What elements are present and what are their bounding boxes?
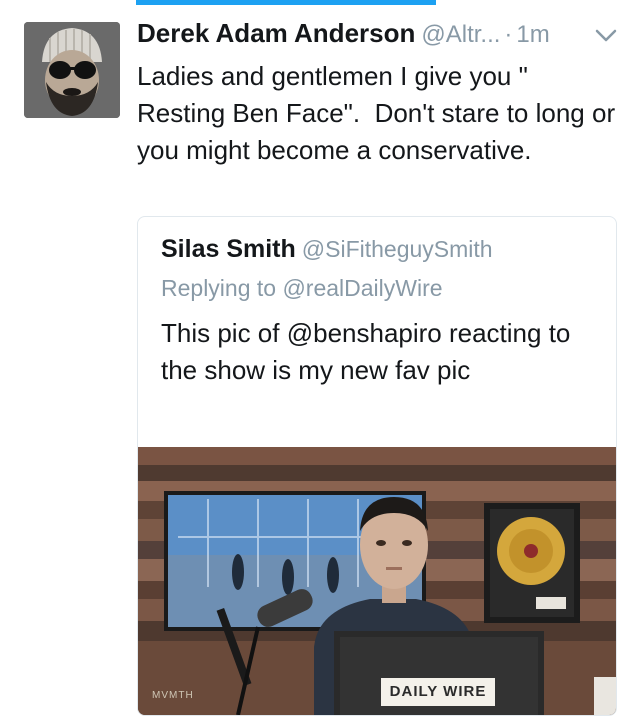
separator-dot: · (504, 21, 513, 48)
avatar[interactable] (24, 22, 120, 118)
quoted-author-name: Silas Smith (161, 235, 296, 263)
timestamp[interactable]: 1m (516, 21, 549, 48)
chevron-down-icon[interactable] (594, 26, 618, 46)
tweet-photo[interactable]: DAILY WIRE MVMTH (138, 447, 616, 715)
quoted-tweet[interactable]: Silas Smith @SiFitheguySmith Replying to … (137, 216, 617, 716)
desk-sign: DAILY WIRE (381, 678, 495, 706)
tweet-text: Ladies and gentlemen I give you " Restin… (137, 61, 623, 165)
author-handle[interactable]: @Altr... (421, 21, 500, 48)
tab-indicator (136, 0, 436, 5)
tweet-header: Derek Adam Anderson @Altr... · 1m (137, 18, 617, 54)
corner-mark: MVMTH (152, 690, 194, 701)
replying-to: Replying to @realDailyWire (161, 275, 443, 301)
quoted-tweet-text: This pic of @benshapiro reacting to the … (161, 318, 571, 385)
quoted-tweet-header: Silas Smith @SiFitheguySmith (161, 235, 493, 264)
author-name[interactable]: Derek Adam Anderson (137, 18, 415, 48)
quoted-author-handle: @SiFitheguySmith (301, 236, 493, 262)
